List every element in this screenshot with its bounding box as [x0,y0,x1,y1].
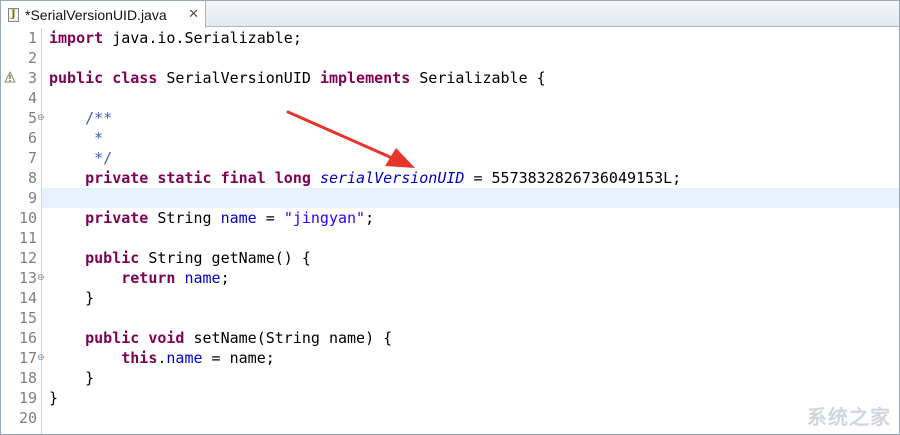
line-number: 5 [27,109,37,127]
close-icon[interactable]: ✕ [188,7,199,22]
code-line[interactable]: } [49,388,58,408]
fold-toggle-icon[interactable]: ⊖ [37,108,45,128]
java-file-icon: J [6,7,21,23]
line-number: 7 [27,149,37,167]
warning-icon[interactable] [4,71,16,83]
line-number: 20 [18,409,37,427]
line-number: 9 [27,189,37,207]
code-line[interactable]: } [49,368,94,388]
fold-toggle-icon[interactable]: ⊖ [37,348,45,368]
code-line[interactable]: this.name = name; [49,348,275,368]
editor-tab-bar: J *SerialVersionUID.java ✕ [1,1,899,28]
overview-ruler [1,28,17,434]
line-number: 12 [18,249,37,267]
line-number: 4 [27,89,37,107]
line-number: 13 [18,269,37,287]
line-number: 18 [18,369,37,387]
code-line[interactable]: public void setName(String name) { [49,328,392,348]
fold-toggle-icon[interactable]: ⊖ [37,268,45,288]
code-line[interactable]: * [49,128,103,148]
editor-window: J *SerialVersionUID.java ✕ 1 2 3 4 5 6 7… [0,0,900,435]
watermark-logo: 系统之家 [807,405,891,429]
current-line-highlight [42,188,899,208]
line-number: 10 [18,209,37,227]
line-number: 11 [18,229,37,247]
code-line[interactable]: } [49,288,94,308]
line-number: 19 [18,389,37,407]
code-line[interactable]: private static final long serialVersionU… [49,168,681,188]
serialversionuid-field: serialVersionUID [319,169,465,187]
code-line[interactable]: return name; [49,268,229,288]
code-line[interactable]: public String getName() { [49,248,311,268]
code-line[interactable]: import java.io.Serializable; [49,28,302,48]
tab-title: *SerialVersionUID.java [25,6,167,23]
line-number: 3 [27,69,37,87]
line-number: 14 [18,289,37,307]
line-number: 17 [18,349,37,367]
line-number: 8 [27,169,37,187]
code-editor[interactable]: 1 2 3 4 5 6 7 8 9 10 11 12 13 14 15 16 1… [1,28,899,434]
code-line[interactable]: /** [49,108,112,128]
tab-serialversionuid-java[interactable]: J *SerialVersionUID.java ✕ [1,1,206,28]
code-line[interactable]: public class SerialVersionUID implements… [49,68,546,88]
line-number: 1 [27,29,37,47]
line-number: 6 [27,129,37,147]
line-number: 15 [18,309,37,327]
line-number: 2 [27,49,37,67]
code-line[interactable]: */ [49,148,112,168]
code-line[interactable]: private String name = "jingyan"; [49,208,374,228]
line-number: 16 [18,329,37,347]
